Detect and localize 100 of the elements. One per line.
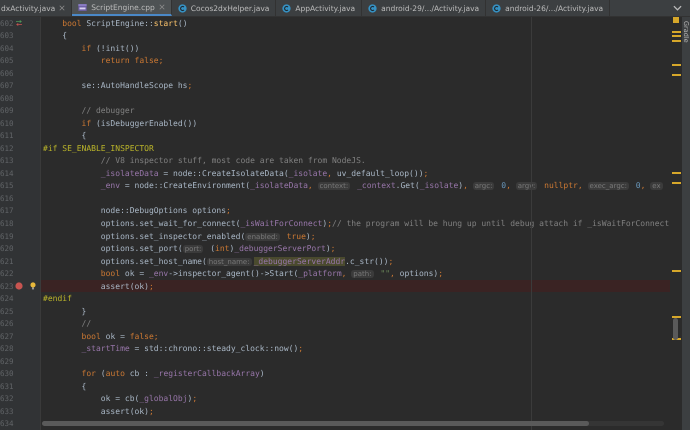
code-text: assert(ok) xyxy=(100,406,149,416)
code-text: { xyxy=(80,131,86,140)
code-text: ->inspector_agent()->Start( xyxy=(168,269,298,278)
lightbulb-icon[interactable] xyxy=(30,282,36,290)
code-text: = node::CreateIsolateData( xyxy=(162,168,289,178)
implements-arrows-icon[interactable] xyxy=(15,20,23,26)
member-name: _isolate xyxy=(420,181,458,190)
code-text: ) xyxy=(260,369,265,378)
code-text: ok = cb( xyxy=(100,394,140,404)
keyword: true xyxy=(286,232,306,241)
keyword: , xyxy=(342,269,348,278)
cpp-file-icon xyxy=(78,2,88,12)
member-name: _env xyxy=(148,269,168,278)
code-text: ) xyxy=(326,244,331,254)
keyword: if xyxy=(80,44,92,53)
horizontal-scrollbar[interactable] xyxy=(42,421,664,426)
code-text: options.set_host_name( xyxy=(100,256,207,266)
code-text: } xyxy=(80,306,86,316)
code-text: ( xyxy=(100,369,106,378)
breakpoint-icon[interactable] xyxy=(15,282,23,290)
code-text: ) xyxy=(458,181,464,190)
code-comment: // V8 inspector stuff, most code are taken from NodeJS. xyxy=(100,156,366,166)
close-icon[interactable] xyxy=(59,5,66,11)
class-icon xyxy=(282,4,292,12)
code-text: { xyxy=(80,382,86,391)
keyword: bool xyxy=(80,332,102,341)
code-text: { xyxy=(61,31,68,40)
keyword: ; xyxy=(148,282,154,291)
code-text: ) xyxy=(188,394,192,404)
keyword: ; xyxy=(188,81,192,90)
keyword: ; xyxy=(226,206,231,216)
keyword: bool xyxy=(100,269,122,278)
code-text: uv_default_loop()) xyxy=(336,168,424,178)
member-name: _isolateData xyxy=(250,181,308,190)
code-text: ) xyxy=(306,232,311,241)
keyword: , xyxy=(390,269,396,278)
member-name: _debuggerServerPort xyxy=(234,244,326,254)
keyword: ; xyxy=(438,269,444,278)
keyword: auto xyxy=(106,369,126,378)
vertical-scrollbar-thumb[interactable] xyxy=(673,318,678,340)
code-text: options) xyxy=(400,269,438,278)
keyword: ; xyxy=(192,394,198,404)
close-icon[interactable] xyxy=(158,4,165,10)
keyword: , xyxy=(640,181,646,190)
member-name: _platform xyxy=(298,269,342,278)
number-literal: 0 xyxy=(634,181,641,190)
class-icon xyxy=(368,4,378,12)
keyword: nullptr, xyxy=(543,181,584,190)
warning-marker[interactable] xyxy=(673,17,679,23)
code-text: node::DebugOptions options xyxy=(100,206,226,216)
keyword: ; xyxy=(148,406,154,416)
member-name: _isolateData xyxy=(100,168,159,178)
highlighted-member: _debuggerServerAddr xyxy=(254,256,346,266)
class-icon xyxy=(178,4,187,12)
code-text: = node::CreateEnvironment( xyxy=(124,181,250,190)
member-name: _registerCallbackArray xyxy=(154,369,260,378)
code-text: cb : xyxy=(130,369,150,378)
keyword: ; xyxy=(330,244,336,254)
code-text: ) xyxy=(230,244,234,254)
string-literal: "" xyxy=(379,269,390,278)
member-name: _globalObj xyxy=(139,394,188,404)
preprocessor-directive: #endif xyxy=(43,294,72,304)
member-name: _context xyxy=(356,181,396,190)
keyword: ; xyxy=(388,256,394,266)
member-name: _startTime xyxy=(80,344,130,354)
keyword: ; xyxy=(327,219,332,228)
member-name: _isWaitForConnect xyxy=(240,219,322,228)
code-text: ok = xyxy=(124,269,146,278)
code-text: ) xyxy=(322,219,328,228)
code-text: options.set_inspector_enabled( xyxy=(100,232,246,241)
keyword: , xyxy=(308,181,314,190)
keyword: ; xyxy=(298,344,304,354)
keyword: if xyxy=(80,118,92,128)
keyword: bool xyxy=(61,18,83,28)
code-comment: // xyxy=(80,319,92,328)
keyword: for xyxy=(80,369,97,378)
function-name: start xyxy=(154,18,178,28)
class-icon xyxy=(492,4,502,12)
keyword: , xyxy=(463,181,469,190)
code-text: options.set_port( xyxy=(100,244,183,254)
keyword: false; xyxy=(130,332,159,341)
member-name: _isolate xyxy=(288,168,328,178)
keyword: int xyxy=(215,244,230,254)
code-text: (isDebuggerEnabled()) xyxy=(96,118,198,128)
code-text: se::AutoHandleScope hs xyxy=(80,81,188,90)
code-text: () xyxy=(178,18,188,28)
code-text: ( xyxy=(209,244,216,254)
code-text: ok = xyxy=(106,332,126,341)
preprocessor-directive: #if SE_ENABLE_INSPECTOR xyxy=(43,144,154,153)
code-text: = std::chrono::steady_clock::now() xyxy=(134,344,298,354)
keyword: ; xyxy=(310,232,316,241)
number-literal: 0 xyxy=(500,181,506,190)
code-comment: // debugger xyxy=(80,106,135,116)
keyword: return false; xyxy=(100,56,164,66)
code-text: ScriptEngine:: xyxy=(86,18,154,28)
chevron-down-icon[interactable] xyxy=(673,5,682,11)
keyword: , xyxy=(506,181,512,190)
code-text: (!init()) xyxy=(96,44,140,53)
code-text: assert(ok) xyxy=(100,282,149,291)
keyword: ; xyxy=(424,168,428,178)
